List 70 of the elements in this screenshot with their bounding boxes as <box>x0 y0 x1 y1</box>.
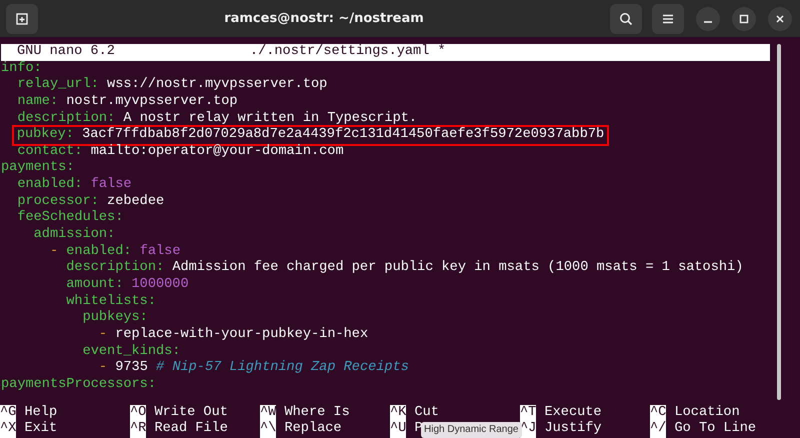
shortcut-label: Where Is <box>284 404 350 421</box>
list-dash: - <box>98 360 108 377</box>
yaml-key: relay_url: <box>17 77 99 94</box>
yaml-value: A nostr relay written in Typescript. <box>123 110 418 127</box>
shortcut-key: ^R <box>130 421 146 438</box>
yaml-value: 1000000 <box>132 276 189 294</box>
yaml-value: mailto:operator@your-domain.com <box>90 144 344 160</box>
yaml-key: enabled: <box>66 244 132 260</box>
new-tab-icon <box>15 12 29 26</box>
yaml-value: wss://nostr.myvpsserver.top <box>107 77 328 94</box>
yaml-key: name: <box>17 94 58 111</box>
yaml-value: false <box>140 244 180 260</box>
shortcut-label: Write Out <box>154 404 228 421</box>
yaml-key: paymentsProcessors: <box>1 376 156 394</box>
shortcut-key: ^C <box>650 404 666 422</box>
shortcut-key: ^/ <box>650 421 666 438</box>
new-tab-button[interactable] <box>6 4 38 34</box>
yaml-key: pubkeys: <box>82 310 148 327</box>
scrollbar[interactable] <box>777 44 781 400</box>
yaml-value: nostr.myvpsserver.top <box>66 94 238 111</box>
shortcut-label: Go To Line <box>674 421 756 438</box>
yaml-value: 9735 <box>115 360 148 377</box>
yaml-key: whitelists: <box>66 294 156 310</box>
shortcut-key: ^G <box>0 404 16 422</box>
yaml-key: event_kinds: <box>82 344 180 360</box>
shortcut-label: Help <box>24 404 58 421</box>
yaml-key: amount: <box>66 276 124 294</box>
shortcut-key: ^\ <box>260 421 276 438</box>
shortcut-label: Execute <box>544 404 602 421</box>
search-icon <box>619 12 633 26</box>
maximize-button[interactable] <box>732 6 756 30</box>
shortcut-key: ^U <box>390 421 406 438</box>
shortcut-key: ^T <box>520 404 536 422</box>
file-name: ./.nostr/settings.yaml * <box>250 44 446 61</box>
search-button[interactable] <box>610 4 642 34</box>
list-dash: - <box>98 326 108 344</box>
yaml-value: Admission fee charged per public key in msats (1000 msats = 1 satoshi) <box>172 260 744 277</box>
yaml-key: description: <box>17 110 116 128</box>
shortcut-label: Justify <box>544 421 602 438</box>
shortcut-key: ^K <box>390 404 406 422</box>
shortcut-key: ^W <box>260 404 276 422</box>
yaml-comment: # Nip-57 Lightning Zap Receipts <box>156 360 409 377</box>
list-dash: - <box>50 244 58 260</box>
yaml-value: replace-with-your-pubkey-in-hex <box>115 326 368 344</box>
shortcut-label: Exit <box>24 421 58 438</box>
shortcut-key: ^X <box>0 421 16 438</box>
shortcut-label: Read File <box>154 421 228 438</box>
shortcut-label: Replace <box>284 421 342 438</box>
yaml-key: processor: <box>17 194 99 210</box>
yaml-value: 3acf7ffdbab8f2d07029a8d7e2a4439f2c131d41450faefe3f5972e0937abb7b <box>82 126 604 144</box>
shortcut-label: Location <box>674 404 740 421</box>
window-title: ramces@nostr: ~/nostream <box>223 11 425 26</box>
app-version: GNU nano 6.2 <box>17 44 115 61</box>
yaml-key: feeSchedules: <box>17 210 124 228</box>
yaml-value: zebedee <box>107 194 164 210</box>
minimize-icon <box>704 20 712 22</box>
minimize-button[interactable] <box>696 6 720 30</box>
tooltip: High Dynamic Range <box>421 422 522 438</box>
yaml-key: info: <box>1 60 42 78</box>
yaml-value: false <box>90 177 132 194</box>
yaml-key: description: <box>66 260 164 277</box>
yaml-key: pubkey: <box>16 126 74 144</box>
shortcut-key: ^O <box>130 404 146 422</box>
yaml-key: admission: <box>34 227 116 244</box>
menu-button[interactable] <box>652 4 684 34</box>
yaml-key: contact: <box>17 144 83 160</box>
yaml-key: enabled: <box>17 177 83 194</box>
shortcut-label: Cut <box>414 404 439 422</box>
yaml-key: payments: <box>1 160 74 178</box>
close-button[interactable] <box>768 6 792 30</box>
